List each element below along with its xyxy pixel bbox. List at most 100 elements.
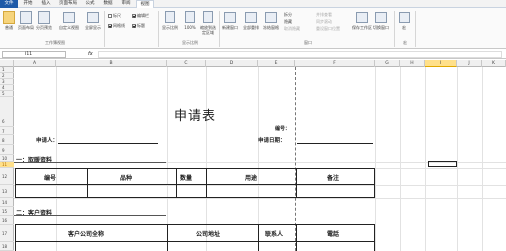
full-screen-label: 全屏显示 — [85, 25, 101, 30]
arrange-all-icon[interactable] — [245, 12, 257, 23]
row-header[interactable]: 12 — [0, 168, 14, 185]
freeze-panes-icon[interactable] — [265, 12, 277, 23]
arrange-all-label: 全部重排 — [243, 25, 259, 30]
tab-review[interactable]: 审阅 — [118, 0, 134, 8]
gridlines-checkbox[interactable] — [108, 24, 112, 28]
col-number-header: 编号 — [44, 175, 57, 182]
date-underline — [297, 143, 373, 144]
column-header-e[interactable]: E — [258, 60, 295, 67]
ribbon-view: 普通 页面布局 分页预览 自定义视图 全屏显示 工作簿视图 标尺 编辑栏 网格线… — [0, 8, 506, 49]
table2-border — [15, 224, 375, 225]
column-header-d[interactable]: D — [206, 60, 258, 67]
reset-window-position-button[interactable]: 重设窗口位置 — [316, 26, 348, 31]
column-header-g[interactable]: G — [375, 60, 400, 67]
table2-border — [374, 224, 375, 251]
zoom-to-selection-icon[interactable] — [203, 11, 213, 23]
row-header[interactable]: 16 — [0, 216, 14, 225]
table2-border — [258, 224, 259, 251]
ruler-label: 标尺 — [113, 13, 121, 18]
zoom-label: 显示比例 — [162, 25, 178, 30]
custom-view-icon[interactable] — [63, 12, 75, 23]
row-header[interactable]: 13 — [0, 185, 14, 198]
column-header-f[interactable]: F — [295, 60, 375, 67]
page-layout-view-label: 页面布局 — [18, 25, 34, 30]
tab-formulas[interactable]: 公式 — [82, 0, 98, 8]
section-underline — [14, 215, 166, 216]
col-contact-header: 联系人 — [265, 231, 284, 238]
macros-group-label: 宏 — [403, 40, 407, 45]
row-header[interactable]: 6 — [0, 97, 14, 127]
freeze-panes-label: 冻结窗格 — [263, 25, 279, 30]
save-workspace-label: 保存工作区 — [352, 25, 372, 30]
formula-bar-label: 编辑栏 — [137, 13, 149, 18]
switch-windows-icon[interactable] — [375, 12, 387, 23]
gridline — [375, 67, 376, 251]
column-header-i[interactable]: I — [425, 60, 457, 67]
view-side-by-side-button[interactable]: 并排查看 — [316, 12, 342, 17]
table1-border — [15, 197, 375, 198]
gridline — [482, 67, 483, 251]
column-header-b[interactable]: B — [56, 60, 167, 67]
table2-border — [296, 224, 297, 251]
applicant-underline — [58, 143, 158, 144]
column-header-h[interactable]: H — [400, 60, 425, 67]
gridlines-label: 网格线 — [113, 23, 125, 28]
split-button[interactable]: 拆分 — [284, 12, 304, 17]
tab-data[interactable]: 数据 — [100, 0, 116, 8]
tab-insert[interactable]: 插入 — [38, 0, 54, 8]
table1-border — [296, 168, 297, 198]
row-header[interactable]: 7 — [0, 127, 14, 135]
row-headers: 1 2 3 4 5 6 7 8 9 10 11 12 13 14 15 16 1… — [0, 67, 14, 251]
unhide-button[interactable]: 取消隐藏 — [284, 26, 306, 31]
row-header[interactable]: 18 — [0, 242, 14, 251]
synchronous-scrolling-button[interactable]: 同步滚动 — [316, 19, 342, 24]
page-break-preview-icon[interactable] — [38, 11, 50, 24]
row-header[interactable]: 9 — [0, 145, 14, 155]
zoom-100-label: 100% — [184, 25, 196, 30]
column-headers: A B C D E F G H I J K — [0, 60, 506, 67]
zoom-icon[interactable] — [165, 11, 175, 23]
macros-icon[interactable] — [399, 12, 410, 23]
tab-file[interactable]: 文件 — [0, 0, 18, 8]
formula-input[interactable] — [98, 51, 502, 58]
headings-checkbox[interactable] — [132, 24, 136, 28]
new-window-icon[interactable] — [224, 12, 236, 23]
table1-border — [15, 168, 375, 169]
table1-border — [15, 184, 375, 185]
row-header[interactable]: 17 — [0, 225, 14, 242]
gridline — [400, 67, 401, 251]
table1-border — [374, 168, 375, 198]
application-date-label: 申请日期： — [258, 138, 286, 144]
table2-border — [167, 224, 168, 251]
col-quantity-header: 数量 — [180, 175, 193, 182]
col-company-address-header: 公司地址 — [196, 231, 221, 238]
new-window-label: 新建窗口 — [222, 25, 238, 30]
headings-label: 标题 — [137, 23, 145, 28]
column-header-a[interactable]: A — [14, 60, 56, 67]
tab-home[interactable]: 开始 — [20, 0, 36, 8]
row-header[interactable]: 10 — [0, 155, 14, 162]
hide-button[interactable]: 隐藏 — [284, 19, 304, 24]
page-break-preview-label: 分页预览 — [36, 25, 52, 30]
applicant-label: 申请人： — [36, 138, 59, 144]
zoom-100-icon[interactable] — [185, 11, 195, 23]
tab-page-layout[interactable]: 页面布局 — [56, 0, 80, 8]
ruler-checkbox[interactable] — [108, 14, 112, 18]
normal-view-icon[interactable] — [3, 11, 15, 24]
column-header-c[interactable]: C — [167, 60, 206, 67]
select-all-corner[interactable] — [0, 60, 14, 67]
fx-icon[interactable]: fx — [88, 51, 93, 57]
column-header-k[interactable]: K — [482, 60, 506, 67]
full-screen-icon[interactable] — [87, 12, 99, 23]
row-header[interactable]: 14 — [0, 198, 14, 207]
ribbon-separator — [415, 11, 416, 47]
name-box[interactable]: I11 — [2, 51, 66, 58]
formula-bar-checkbox[interactable] — [132, 14, 136, 18]
save-workspace-icon[interactable] — [356, 12, 368, 23]
selected-cell[interactable] — [428, 161, 457, 167]
page-layout-view-icon[interactable] — [20, 11, 32, 24]
column-header-j[interactable]: J — [457, 60, 482, 67]
row-header[interactable]: 15 — [0, 207, 14, 216]
row-header[interactable]: 8 — [0, 135, 14, 145]
table2-border — [15, 241, 375, 242]
